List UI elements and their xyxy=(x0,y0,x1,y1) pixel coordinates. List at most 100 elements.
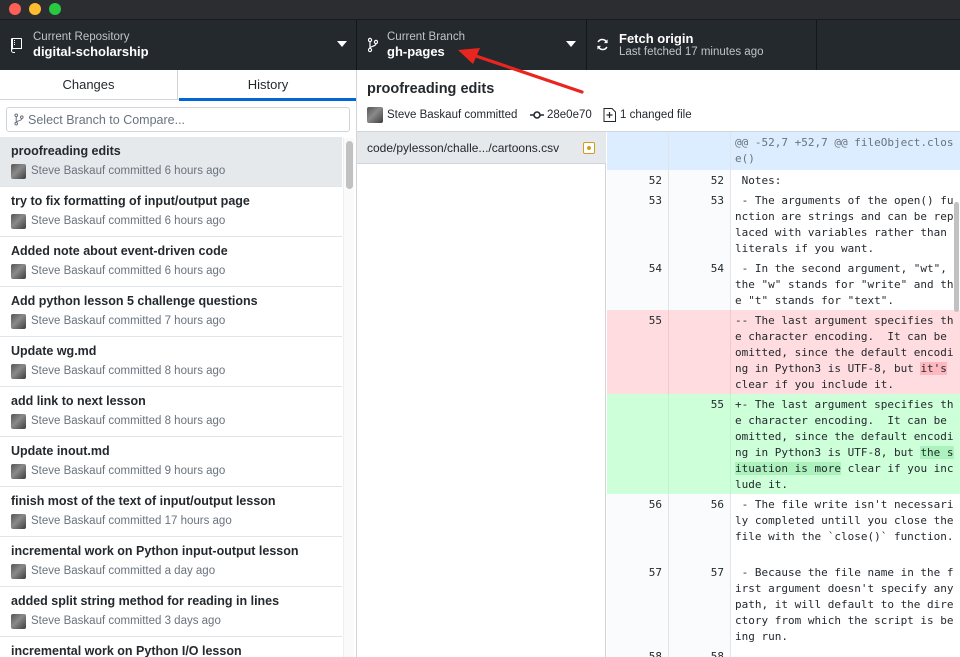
commit-meta: Steve Baskauf committed 6 hours ago xyxy=(31,265,226,277)
avatar xyxy=(11,314,26,329)
scrollbar-thumb[interactable] xyxy=(954,202,959,312)
commit-meta: Steve Baskauf committed a day ago xyxy=(31,565,216,577)
new-line-number: 53 xyxy=(669,190,731,258)
tab-changes[interactable]: Changes xyxy=(0,70,178,100)
commit-title: try to fix formatting of input/output pa… xyxy=(11,194,250,208)
commit-list-scrollbar[interactable] xyxy=(343,138,354,657)
old-line-number: 58 xyxy=(607,646,669,657)
diff-line-text: - Because the file name in the first arg… xyxy=(735,566,960,643)
commit-detail-panel: proofreading edits Steve Baskauf committ… xyxy=(357,70,960,657)
scrollbar-thumb[interactable] xyxy=(346,141,353,189)
current-branch-button[interactable]: Current Branch gh-pages xyxy=(357,20,587,70)
commit-item[interactable]: Update inout.md Steve Baskauf committed … xyxy=(0,437,342,487)
diff-view: @@ -52,7 +52,7 @@ fileObject.close() 52 … xyxy=(607,132,960,657)
commit-item[interactable]: incremental work on Python input-output … xyxy=(0,537,342,587)
avatar xyxy=(11,464,26,479)
chevron-down-icon xyxy=(566,41,576,47)
avatar xyxy=(11,514,26,529)
commit-item[interactable]: Added note about event-driven code Steve… xyxy=(0,237,342,287)
commit-title: Added note about event-driven code xyxy=(11,244,228,258)
commit-summary-title: proofreading edits xyxy=(367,81,495,97)
commit-title: incremental work on Python I/O lesson xyxy=(11,644,242,657)
sidebar-tabs: Changes History xyxy=(0,70,356,101)
commit-icon xyxy=(530,111,544,119)
avatar xyxy=(11,564,26,579)
current-repository-button[interactable]: Current Repository digital-scholarship xyxy=(0,20,357,70)
diff-line-text xyxy=(731,646,960,649)
commit-item[interactable]: finish most of the text of input/output … xyxy=(0,487,342,537)
zoom-window-button[interactable] xyxy=(49,3,61,15)
commit-item[interactable]: added split string method for reading in… xyxy=(0,587,342,637)
window-titlebar xyxy=(0,0,960,20)
commit-author: Steve Baskauf committed xyxy=(387,109,518,121)
avatar xyxy=(11,614,26,629)
fetch-origin-button[interactable]: Fetch origin Last fetched 17 minutes ago xyxy=(587,20,817,70)
commit-item[interactable]: try to fix formatting of input/output pa… xyxy=(0,187,342,237)
commit-meta: Steve Baskauf committed 6 hours ago xyxy=(31,165,226,177)
commit-meta: Steve Baskauf committed 17 hours ago xyxy=(31,515,232,527)
diff-line: 52 52 Notes: xyxy=(607,170,960,190)
diff-hunk-header: @@ -52,7 +52,7 @@ fileObject.close() xyxy=(607,132,960,170)
commit-item[interactable]: incremental work on Python I/O lesson xyxy=(0,637,342,657)
diff-line-text: - The file write isn't necessarily compl… xyxy=(735,498,960,543)
commit-item[interactable]: Add python lesson 5 challenge questions … xyxy=(0,287,342,337)
last-fetched-text: Last fetched 17 minutes ago xyxy=(619,46,764,58)
diff-line-text: +- The last argument specifies the chara… xyxy=(731,394,960,493)
commit-meta: Steve Baskauf committed 8 hours ago xyxy=(31,365,226,377)
current-branch-label: Current Branch xyxy=(387,31,465,43)
new-line-number xyxy=(669,310,731,394)
commit-title: incremental work on Python input-output … xyxy=(11,544,299,558)
diff-line: 53 53 - The arguments of the open() func… xyxy=(607,190,960,258)
commit-meta: Steve Baskauf committed 7 hours ago xyxy=(31,315,226,327)
diff-line-text: - The arguments of the open() function a… xyxy=(735,194,954,255)
avatar xyxy=(367,107,383,123)
changed-files-list: code/pylesson/challe.../cartoons.csv xyxy=(357,132,606,657)
changed-file-item[interactable]: code/pylesson/challe.../cartoons.csv xyxy=(357,132,606,164)
repo-icon xyxy=(11,38,22,53)
minimize-window-button[interactable] xyxy=(29,3,41,15)
branch-icon xyxy=(368,37,378,53)
old-line-number: 56 xyxy=(607,494,669,562)
diff-line: 57 57 - Because the file name in the fir… xyxy=(607,562,960,646)
file-path: code/pylesson/challe.../cartoons.csv xyxy=(367,141,560,155)
tab-history[interactable]: History xyxy=(179,70,356,101)
close-window-button[interactable] xyxy=(9,3,21,15)
commit-title: finish most of the text of input/output … xyxy=(11,494,276,508)
compare-branch-box[interactable] xyxy=(6,107,350,132)
commit-meta: Steve Baskauf committed 9 hours ago xyxy=(31,465,226,477)
new-line-number: 54 xyxy=(669,258,731,310)
compare-branch-input[interactable] xyxy=(28,110,346,129)
commit-list: proofreading edits Steve Baskauf committ… xyxy=(0,137,342,657)
new-line-number: 57 xyxy=(669,562,731,646)
commit-sha[interactable]: 28e0e70 xyxy=(547,109,592,121)
new-line-number: 58 xyxy=(669,646,731,657)
diff-line: 58 58 xyxy=(607,646,960,657)
file-diff-icon xyxy=(603,108,616,122)
current-branch-name: gh-pages xyxy=(387,44,445,59)
old-line-number: 53 xyxy=(607,190,669,258)
commit-title: Update inout.md xyxy=(11,444,110,458)
commit-meta: Steve Baskauf committed 6 hours ago xyxy=(31,215,226,227)
deleted-word-highlight: it's xyxy=(920,362,947,375)
diff-line-text: - In the second argument, "wt", the "w" … xyxy=(735,262,954,307)
diff-line-text: Notes: xyxy=(735,174,782,187)
commit-title: add link to next lesson xyxy=(11,394,146,408)
diff-line-text: -- The last argument specifies the chara… xyxy=(731,310,960,393)
modified-file-icon xyxy=(583,142,595,154)
commit-title: added split string method for reading in… xyxy=(11,594,280,608)
new-line-number: 52 xyxy=(669,170,731,190)
current-repository-name: digital-scholarship xyxy=(33,44,149,59)
diff-scrollbar[interactable] xyxy=(954,132,960,657)
diff-line: 54 54 - In the second argument, "wt", th… xyxy=(607,258,960,310)
commit-item[interactable]: Update wg.md Steve Baskauf committed 8 h… xyxy=(0,337,342,387)
commit-item-proofreading-edits[interactable]: proofreading edits Steve Baskauf committ… xyxy=(0,137,342,187)
diff-deleted-line: 55 -- The last argument specifies the ch… xyxy=(607,310,960,394)
old-line-number: 57 xyxy=(607,562,669,646)
avatar xyxy=(11,264,26,279)
branch-icon xyxy=(14,113,24,126)
chevron-down-icon xyxy=(337,41,347,47)
commit-item[interactable]: add link to next lesson Steve Baskauf co… xyxy=(0,387,342,437)
history-sidebar: Changes History proofreading edits Steve… xyxy=(0,70,357,657)
commit-title: proofreading edits xyxy=(11,144,121,158)
old-line-number: 52 xyxy=(607,170,669,190)
